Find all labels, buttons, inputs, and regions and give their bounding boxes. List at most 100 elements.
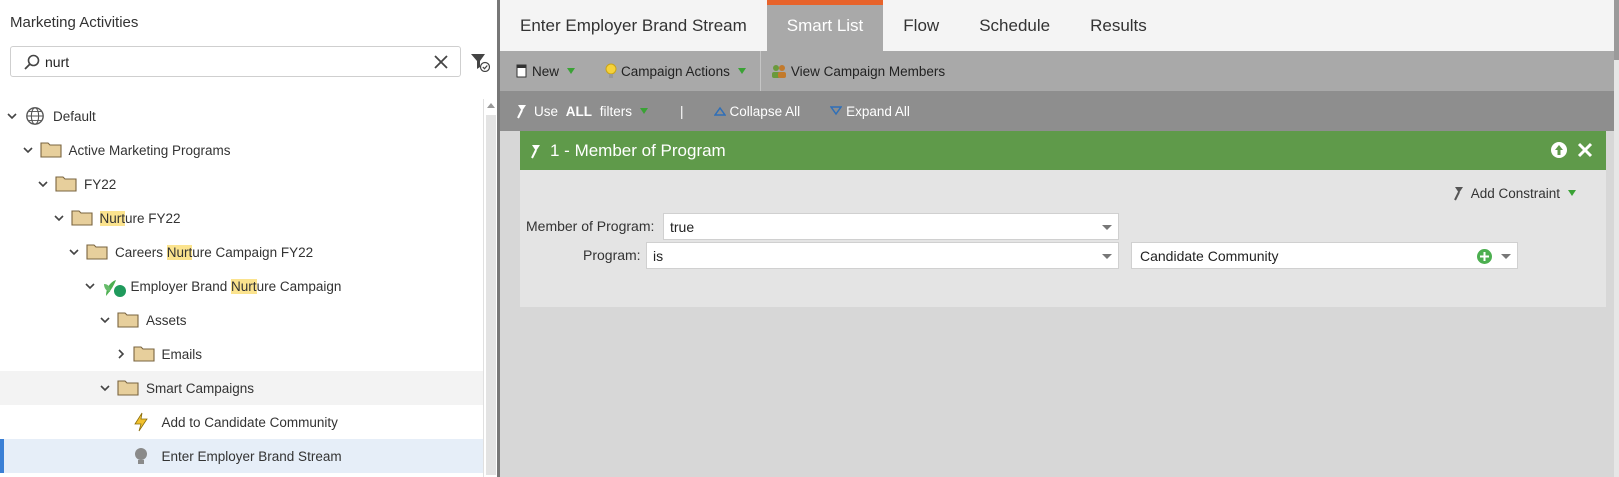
tab-schedule[interactable]: Schedule — [959, 0, 1070, 51]
tree-scrollbar[interactable] — [483, 99, 497, 477]
label-text: Default — [53, 108, 96, 124]
search-icon — [24, 54, 40, 70]
use-prefix: Use — [534, 103, 562, 119]
people-icon — [771, 65, 786, 78]
filter-toolbar: Use ALL filters | Collapse All Expand Al… — [500, 91, 1619, 131]
collapse-all-button[interactable]: Collapse All — [713, 103, 801, 119]
editor-scrollbar[interactable] — [1614, 0, 1619, 477]
member-of-program-value: true — [670, 218, 695, 235]
chevron-down-icon[interactable] — [99, 382, 111, 394]
label-text: ure FY22 — [125, 210, 181, 226]
program-value-select[interactable]: Candidate Community — [1131, 242, 1518, 269]
tab-results[interactable]: Results — [1070, 0, 1167, 51]
dropdown-arrow-icon — [640, 108, 649, 114]
tree-item[interactable]: Nurture FY22 — [0, 201, 483, 235]
program-tree: Default Active Marketing Programs FY22 Nurt… — [0, 99, 483, 477]
program-value: Candidate Community — [1140, 247, 1279, 264]
filter-header[interactable]: 1 - Member of Program — [520, 131, 1606, 170]
tree-item[interactable]: Active Marketing Programs — [0, 133, 483, 167]
tree-search-box — [10, 46, 461, 77]
filter-logic-button[interactable]: Use ALL filters — [516, 103, 649, 119]
filter-wand-icon — [531, 144, 540, 158]
editor-scroll-thumb[interactable] — [1614, 0, 1619, 60]
folder-icon — [132, 344, 155, 364]
clear-search-icon[interactable] — [432, 53, 450, 71]
chevron-down-icon[interactable] — [84, 280, 96, 292]
tree-item-label: Assets — [146, 313, 187, 328]
campaign-toolbar: New Campaign Actions View Campaign Membe… — [500, 51, 1619, 91]
folder-icon — [70, 208, 93, 228]
lightbulb-icon — [605, 63, 617, 78]
tree-item[interactable]: Careers Nurture Campaign FY22 — [0, 235, 483, 269]
view-campaign-members-button[interactable]: View Campaign Members — [771, 63, 945, 79]
scroll-thumb[interactable] — [486, 115, 496, 475]
chevron-right-icon[interactable] — [115, 348, 127, 360]
filter-card: 1 - Member of Program Add Constraint Mem… — [520, 131, 1606, 307]
collapse-icon — [713, 106, 726, 116]
program-operator-select[interactable]: is — [646, 242, 1119, 269]
tree-item[interactable]: Smart Campaigns — [0, 371, 483, 405]
label-text: Add to Candidate Community — [161, 414, 338, 430]
label-text: Smart Campaigns — [146, 380, 255, 396]
add-value-icon[interactable] — [1476, 248, 1493, 265]
member-of-program-label: Member of Program: — [526, 218, 655, 234]
tab-smart-list[interactable]: Smart List — [766, 0, 884, 51]
view-members-label: View Campaign Members — [790, 63, 946, 79]
chevron-down-icon[interactable] — [53, 212, 65, 224]
move-up-icon[interactable] — [1550, 141, 1568, 159]
tab-bar: Enter Employer Brand Stream Smart List Flo… — [500, 0, 1619, 51]
campaign-editor: Enter Employer Brand Stream Smart List Flo… — [500, 0, 1619, 477]
nurture-program-icon — [102, 276, 126, 297]
tree-item-label: FY22 — [84, 177, 116, 192]
filter-wand-icon — [517, 105, 526, 119]
search-match-highlight: Nurt — [99, 210, 126, 226]
chevron-down-icon[interactable] — [6, 110, 18, 122]
expand-all-label: Expand All — [846, 103, 910, 119]
collapse-all-label: Collapse All — [729, 103, 801, 119]
chevron-down-icon[interactable] — [99, 314, 111, 326]
chevron-down-icon[interactable] — [68, 246, 80, 258]
tree-item[interactable]: Default — [0, 99, 483, 133]
batch-campaign-icon — [133, 446, 155, 466]
label-text: Enter Employer Brand Stream — [161, 448, 342, 464]
delete-filter-icon[interactable] — [1576, 141, 1594, 159]
filter-name: Member of Program — [574, 140, 726, 160]
new-button[interactable]: New — [516, 64, 576, 79]
tree-filter-icon[interactable] — [470, 52, 490, 72]
expand-icon — [830, 106, 843, 116]
tab-flow[interactable]: Flow — [883, 0, 959, 51]
program-operator-value: is — [653, 247, 664, 264]
label-text: FY22 — [84, 176, 117, 192]
member-of-program-select[interactable]: true — [663, 213, 1119, 240]
tree-item[interactable]: Add to Candidate Community — [0, 405, 483, 439]
tab-enter-employer-brand-stream[interactable]: Enter Employer Brand Stream — [500, 0, 767, 51]
campaign-actions-button[interactable]: Campaign Actions — [605, 63, 746, 79]
folder-icon — [117, 310, 139, 330]
globe-icon — [24, 106, 46, 126]
tree-item-label: Add to Candidate Community — [162, 415, 338, 430]
panel-title: Marketing Activities — [10, 14, 139, 31]
tree-item[interactable]: Enter Employer Brand Stream — [0, 439, 483, 473]
tree-item[interactable]: Assets — [0, 303, 483, 337]
tree-item[interactable]: FY22 — [0, 167, 483, 201]
label-text: Employer Brand — [130, 278, 232, 294]
tree-item[interactable]: Emails — [0, 337, 483, 371]
search-input[interactable] — [45, 51, 425, 73]
label-text: ure Campaign FY22 — [192, 244, 314, 260]
folder-icon — [117, 378, 139, 398]
expand-all-button[interactable]: Expand All — [830, 104, 910, 119]
folder-icon — [39, 140, 62, 160]
chevron-down-icon[interactable] — [22, 144, 34, 156]
filter-number: 1 - — [550, 140, 575, 160]
tree-item-label: Smart Campaigns — [146, 381, 254, 396]
tree-item[interactable]: Employer Brand Nurture Campaign — [0, 269, 483, 303]
tree-item-label: Enter Employer Brand Stream — [162, 449, 342, 464]
add-constraint-button[interactable]: Add Constraint — [1453, 185, 1576, 201]
tree-item-label: Nurture FY22 — [99, 210, 181, 226]
scroll-up-icon[interactable] — [487, 103, 495, 108]
trigger-campaign-icon — [133, 412, 155, 432]
dropdown-arrow-icon — [1102, 225, 1112, 230]
campaign-actions-label: Campaign Actions — [621, 63, 730, 79]
marketing-activities-panel: Marketing Activities Default Active Marke… — [0, 0, 497, 477]
chevron-down-icon[interactable] — [37, 178, 49, 190]
